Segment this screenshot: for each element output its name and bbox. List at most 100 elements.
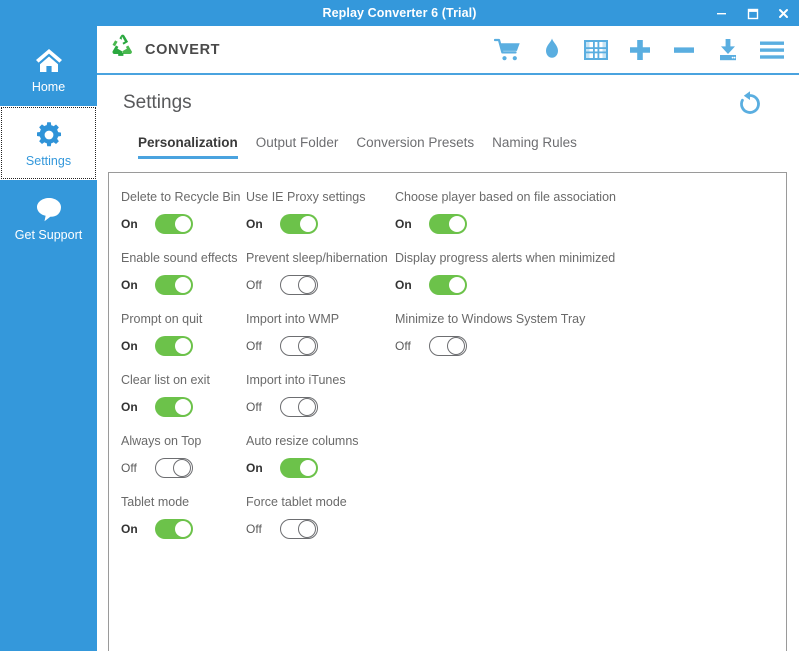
film-strip-icon[interactable] [579, 33, 613, 67]
setting-enable-sound-effects: Enable sound effects On [121, 251, 247, 297]
plus-icon[interactable] [623, 33, 657, 67]
chat-bubble-icon [34, 193, 64, 225]
setting-always-on-top: Always on Top Off [121, 434, 247, 480]
flame-icon[interactable] [535, 33, 569, 67]
setting-control: On [395, 213, 775, 234]
setting-control: On [121, 396, 247, 417]
settings-header: Settings [97, 75, 799, 117]
setting-import-into-itunes: Import into iTunes Off [246, 373, 394, 419]
setting-label: Clear list on exit [121, 373, 210, 387]
toggle-switch[interactable] [155, 335, 193, 356]
tab-naming-rules[interactable]: Naming Rules [492, 135, 577, 159]
setting-control: On [246, 213, 394, 234]
toggle-switch[interactable] [155, 213, 193, 234]
setting-control: On [121, 274, 247, 295]
settings-column-2: Use IE Proxy settings On Prevent sleep/h… [246, 190, 394, 557]
toolbar-icons [491, 26, 789, 73]
toggle-switch[interactable] [429, 335, 467, 356]
setting-display-progress-alerts-when-minimized: Display progress alerts when minimized O… [395, 251, 775, 297]
minus-icon[interactable] [667, 33, 701, 67]
settings-column-3: Choose player based on file association … [395, 190, 775, 374]
setting-control: On [121, 518, 247, 539]
tab-output-folder[interactable]: Output Folder [256, 135, 339, 159]
tab-personalization[interactable]: Personalization [138, 135, 238, 159]
setting-control: Off [121, 457, 247, 478]
setting-state: On [121, 277, 138, 292]
setting-label: Auto resize columns [246, 434, 359, 448]
minimize-button[interactable] [706, 0, 737, 26]
sidebar-item-home[interactable]: Home [0, 32, 97, 106]
tab-conversion-presets[interactable]: Conversion Presets [356, 135, 474, 159]
recycle-icon [109, 34, 135, 65]
setting-control: On [121, 213, 247, 234]
settings-tabs: Personalization Output Folder Conversion… [97, 129, 799, 159]
settings-column-1: Delete to Recycle Bin On Enable sound ef… [121, 190, 247, 557]
sidebar-item-get-support[interactable]: Get Support [0, 180, 97, 254]
setting-choose-player-based-on-file-association: Choose player based on file association … [395, 190, 775, 236]
toggle-switch[interactable] [155, 518, 193, 539]
sidebar-item-settings[interactable]: Settings [0, 106, 97, 180]
main-content: CONVERT Settings Personalization Output … [97, 26, 799, 651]
setting-prompt-on-quit: Prompt on quit On [121, 312, 247, 358]
window-title: Replay Converter 6 (Trial) [322, 6, 477, 20]
setting-label: Force tablet mode [246, 495, 347, 509]
toggle-switch[interactable] [155, 396, 193, 417]
setting-label: Delete to Recycle Bin [121, 190, 241, 204]
toggle-switch[interactable] [280, 396, 318, 417]
toggle-switch[interactable] [155, 274, 193, 295]
toggle-switch[interactable] [280, 335, 318, 356]
setting-tablet-mode: Tablet mode On [121, 495, 247, 541]
setting-auto-resize-columns: Auto resize columns On [246, 434, 394, 480]
toggle-switch[interactable] [155, 457, 193, 478]
app-toolbar: CONVERT [97, 26, 799, 75]
setting-state: On [395, 216, 412, 231]
gear-icon [34, 119, 64, 151]
hamburger-menu-icon[interactable] [755, 33, 789, 67]
setting-control: Off [246, 518, 394, 539]
sidebar: Home Settings Get Support [0, 26, 97, 651]
title-bar: Replay Converter 6 (Trial) [0, 0, 799, 26]
setting-state: On [246, 216, 263, 231]
setting-state: Off [246, 277, 262, 292]
reset-arrow-icon[interactable] [733, 87, 767, 121]
toggle-switch[interactable] [429, 274, 467, 295]
setting-state: On [121, 338, 138, 353]
setting-delete-to-recycle-bin: Delete to Recycle Bin On [121, 190, 247, 236]
toggle-switch[interactable] [280, 457, 318, 478]
setting-state: On [121, 216, 138, 231]
toggle-switch[interactable] [280, 518, 318, 539]
setting-clear-list-on-exit: Clear list on exit On [121, 373, 247, 419]
shopping-cart-icon[interactable] [491, 33, 525, 67]
setting-control: Off [246, 335, 394, 356]
setting-label: Minimize to Windows System Tray [395, 312, 586, 326]
setting-prevent-sleep-hibernation: Prevent sleep/hibernation Off [246, 251, 394, 297]
setting-state: On [395, 277, 412, 292]
setting-label: Import into iTunes [246, 373, 346, 387]
setting-control: Off [246, 274, 394, 295]
setting-use-ie-proxy-settings: Use IE Proxy settings On [246, 190, 394, 236]
sidebar-item-label: Get Support [14, 227, 83, 242]
setting-state: Off [121, 460, 137, 475]
setting-control: On [121, 335, 247, 356]
setting-label: Always on Top [121, 434, 202, 448]
setting-minimize-to-windows-system-tray: Minimize to Windows System Tray Off [395, 312, 775, 358]
setting-label: Import into WMP [246, 312, 340, 326]
setting-label: Display progress alerts when minimized [395, 251, 616, 265]
brand: CONVERT [109, 34, 220, 65]
setting-label: Tablet mode [121, 495, 190, 509]
setting-label: Prevent sleep/hibernation [246, 251, 388, 265]
toggle-switch[interactable] [280, 213, 318, 234]
setting-label: Use IE Proxy settings [246, 190, 366, 204]
toggle-switch[interactable] [280, 274, 318, 295]
setting-control: Off [395, 335, 775, 356]
setting-label: Enable sound effects [121, 251, 238, 265]
close-button[interactable] [768, 0, 799, 26]
maximize-button[interactable] [737, 0, 768, 26]
setting-state: Off [246, 338, 262, 353]
page-title: Settings [123, 92, 192, 113]
application-window: Replay Converter 6 (Trial) Home Settings… [0, 0, 799, 651]
setting-label: Prompt on quit [121, 312, 203, 326]
sidebar-item-label: Home [31, 79, 66, 94]
toggle-switch[interactable] [429, 213, 467, 234]
download-icon[interactable] [711, 33, 745, 67]
